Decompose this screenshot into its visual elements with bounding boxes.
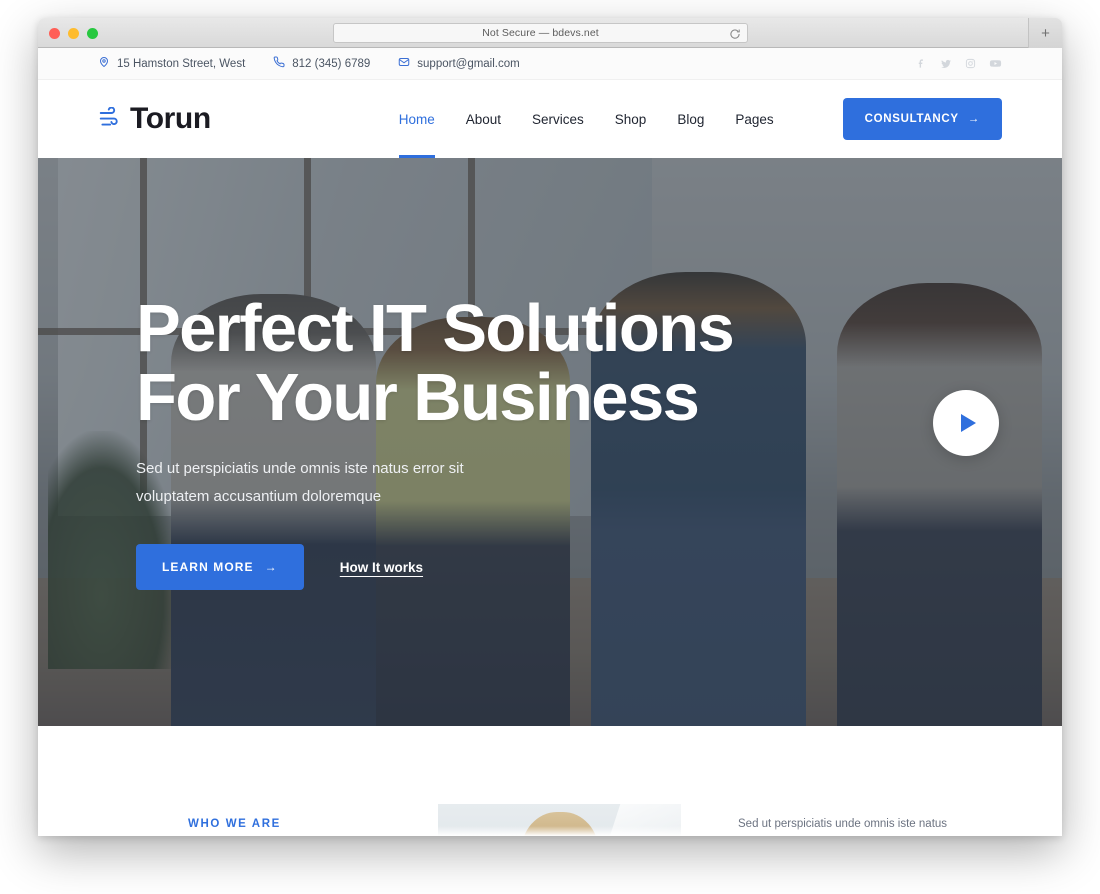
contact-address[interactable]: 15 Hamston Street, West [98, 56, 245, 71]
desktop-backdrop: Not Secure — bdevs.net + 15 Hamston Stre… [0, 0, 1100, 894]
browser-window: Not Secure — bdevs.net + 15 Hamston Stre… [38, 18, 1062, 836]
instagram-icon[interactable] [965, 58, 976, 69]
hero-subtitle: Sed ut perspiciatis unde omnis iste natu… [136, 455, 486, 511]
hero-title-line-2: For Your Business [136, 360, 700, 436]
contact-address-text: 15 Hamston Street, West [117, 57, 246, 70]
youtube-icon[interactable] [989, 57, 1002, 70]
reload-icon[interactable] [729, 27, 741, 39]
nav-item-about[interactable]: About [466, 80, 501, 158]
hero-title: Perfect IT Solutions For Your Business [136, 290, 735, 436]
site-header: Torun Home About Services Shop Blog Page… [38, 80, 1062, 158]
contact-phone[interactable]: 812 (345) 6789 [273, 56, 370, 71]
phone-icon [273, 56, 285, 71]
play-video-button[interactable] [933, 390, 999, 456]
arrow-right-icon: → [264, 560, 278, 575]
envelope-icon [398, 56, 410, 71]
main-navigation: Home About Services Shop Blog Pages CONS… [398, 80, 1002, 158]
address-bar[interactable]: Not Secure — bdevs.net [333, 23, 748, 43]
browser-titlebar: Not Secure — bdevs.net + [38, 18, 1062, 48]
nav-item-shop[interactable]: Shop [615, 80, 647, 158]
arrow-right-icon: → [967, 113, 980, 125]
consultancy-button-label: CONSULTANCY [864, 113, 959, 125]
logo-text: Torun [130, 102, 211, 135]
nav-item-services[interactable]: Services [532, 80, 584, 158]
hero-subtitle-line-2: voluptatem accusantium doloremque [136, 487, 382, 505]
close-window-button[interactable] [49, 28, 60, 39]
window-controls [49, 28, 98, 39]
site-logo[interactable]: Torun [98, 102, 211, 136]
plus-icon: + [1041, 24, 1050, 42]
who-we-are-section: WHO WE ARE Sed ut perspiciatis unde omni… [38, 726, 1062, 836]
consultancy-button[interactable]: CONSULTANCY → [842, 98, 1002, 140]
contact-phone-text: 812 (345) 6789 [292, 57, 371, 70]
viewport-bottom-fade [38, 826, 1062, 836]
new-tab-button[interactable]: + [1028, 18, 1062, 48]
hero-title-line-1: Perfect IT Solutions [136, 290, 735, 366]
minimize-window-button[interactable] [68, 28, 79, 39]
nav-item-pages[interactable]: Pages [735, 80, 773, 158]
nav-item-home[interactable]: Home [398, 80, 435, 158]
top-info-contacts: 15 Hamston Street, West 812 (345) 6789 s… [98, 56, 520, 71]
maximize-window-button[interactable] [87, 28, 98, 39]
hero-content: Perfect IT Solutions For Your Business S… [136, 158, 735, 726]
hero-subtitle-line-1: Sed ut perspiciatis unde omnis iste natu… [136, 459, 464, 477]
contact-email[interactable]: support@gmail.com [398, 56, 520, 71]
location-pin-icon [98, 56, 110, 71]
play-icon [961, 414, 976, 432]
facebook-icon[interactable] [916, 58, 927, 69]
url-text: Not Secure — bdevs.net [482, 27, 599, 39]
nav-item-blog[interactable]: Blog [677, 80, 704, 158]
hero-actions: LEARN MORE → How It works [136, 544, 733, 591]
page-viewport: 15 Hamston Street, West 812 (345) 6789 s… [38, 48, 1062, 836]
twitter-icon[interactable] [940, 58, 952, 70]
learn-more-button-label: LEARN MORE [162, 560, 254, 575]
hero-section: Perfect IT Solutions For Your Business S… [38, 158, 1062, 726]
how-it-works-link[interactable]: How It works [340, 560, 423, 575]
top-info-bar: 15 Hamston Street, West 812 (345) 6789 s… [38, 48, 1062, 80]
learn-more-button[interactable]: LEARN MORE → [136, 544, 304, 591]
contact-email-text: support@gmail.com [417, 57, 520, 70]
wind-swoosh-logo-icon [98, 106, 124, 131]
social-links [916, 57, 1002, 70]
